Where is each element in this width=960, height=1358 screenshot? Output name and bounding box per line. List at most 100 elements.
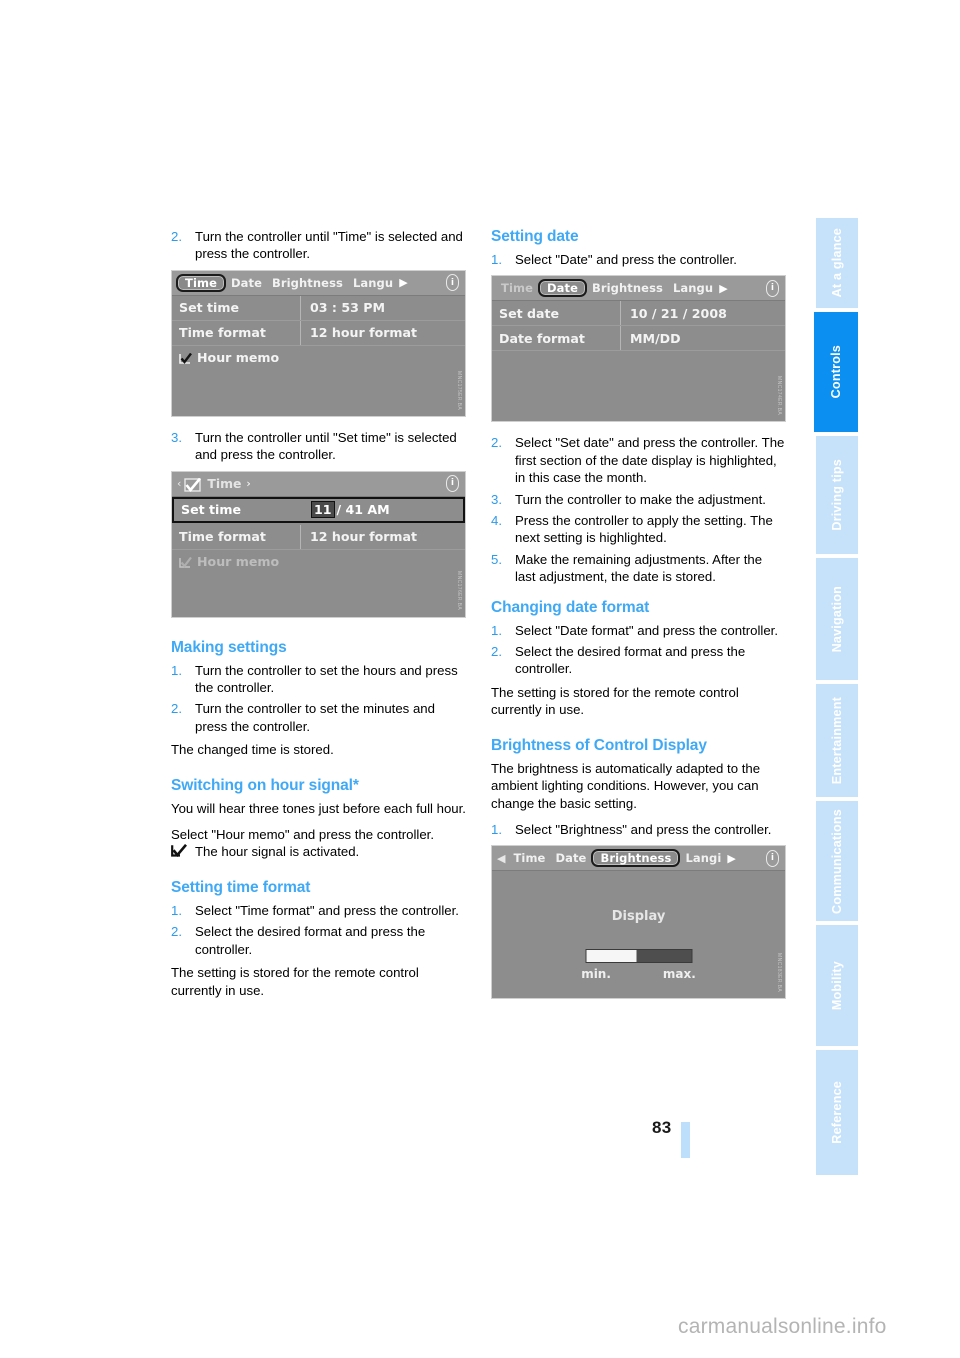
row-label-text: Hour memo	[197, 350, 280, 366]
sidebar-tab-navigation[interactable]: Navigation	[816, 558, 858, 680]
sidebar-tab-entertainment[interactable]: Entertainment	[816, 684, 858, 797]
step-select-brightness: 1. Select "Brightness" and press the con…	[491, 821, 786, 838]
step-text: Select "Date format" and press the contr…	[515, 622, 778, 638]
sidebar-tab-mobility[interactable]: Mobility	[816, 925, 858, 1046]
screenshot-code: MNC174ER.BA	[776, 376, 782, 416]
chevron-left-icon: ◀	[497, 851, 506, 865]
manual-page: 2. Turn the controller until "Time" is s…	[0, 0, 960, 1358]
display-label: Display	[611, 909, 666, 925]
step-number: 5.	[491, 551, 502, 567]
info-icon: i	[764, 849, 781, 867]
screen-tab-language: Langi	[685, 851, 722, 866]
screen-title: Time	[207, 476, 242, 492]
screen-row-set-time-selected: Set time 11 / 41 AM	[172, 496, 465, 523]
screen-row-time-format: Time format 12 hour format	[172, 524, 465, 550]
screen-tab-language: Langu	[352, 275, 394, 290]
idrive-screenshot-set-time: ‹ Time › i Set time 11 / 41 AM Time form	[171, 470, 466, 618]
step-number: 1.	[491, 821, 502, 837]
sidebar-tab-controls[interactable]: Controls	[814, 312, 858, 432]
sidebar-tab-driving-tips[interactable]: Driving tips	[816, 436, 858, 554]
page-marker-bar	[681, 1122, 690, 1158]
screenshot-tab-bar: Time Date Brightness Langu ▶ i	[172, 270, 465, 296]
step-turn-controller-adjust: 3. Turn the controller to make the adjus…	[491, 491, 786, 508]
step-number: 1.	[171, 662, 182, 678]
screen-tab-brightness: Brightness	[592, 281, 663, 296]
sidebar-tab-reference[interactable]: Reference	[816, 1050, 858, 1175]
step-select-desired-date-format: 2. Select the desired format and press t…	[491, 643, 786, 678]
step-number: 2.	[491, 435, 502, 451]
row-label-with-checkbox: Hour memo	[172, 554, 279, 569]
step-text: Select the desired format and press the …	[515, 644, 746, 677]
step-text: Select the desired format and press the …	[195, 924, 426, 957]
step-turn-controller-time: 2. Turn the controller until "Time" is s…	[171, 228, 466, 263]
step-number: 1.	[491, 252, 502, 267]
step-turn-controller-set-time: 3. Turn the controller until "Set time" …	[171, 429, 466, 464]
step-number: 2.	[171, 229, 182, 244]
screen-tab-language: Langu	[672, 281, 714, 296]
row-value: 10 / 21 / 2008	[620, 301, 785, 326]
step-number: 3.	[491, 491, 502, 507]
step-number: 1.	[491, 622, 502, 638]
idrive-screenshot-date: Time Date Brightness Langu ▶ i Set date …	[491, 275, 786, 423]
screen-tab-time: Time	[513, 851, 546, 866]
brightness-slider	[585, 949, 692, 964]
idrive-screenshot-time: Time Date Brightness Langu ▶ i Set time …	[171, 269, 466, 417]
page-number: 83	[652, 1118, 672, 1137]
slider-scale-labels: min. max.	[492, 967, 785, 981]
step-select-date: 1. Select "Date" and press the controlle…	[491, 251, 786, 268]
step-text: Select "Time format" and press the contr…	[195, 902, 459, 918]
screen-tab-brightness: Brightness	[272, 275, 343, 290]
sidebar-tab-label: Entertainment	[830, 696, 844, 785]
note-date-setting-stored: The setting is stored for the remote con…	[491, 684, 739, 718]
sidebar-tab-label: Navigation	[830, 585, 844, 653]
step-text: Select "Set date" and press the controll…	[515, 435, 785, 486]
screenshot-code: MNC175ER.BA	[456, 370, 462, 410]
screenshot-tab-bar: Time Date Brightness Langu ▶ i	[492, 276, 785, 302]
screen-row-hour-memo: Hour memo	[172, 550, 465, 574]
row-value: 12 hour format	[300, 320, 465, 345]
row-value: 11 / 41 AM	[302, 498, 463, 522]
paragraph-select-hour-memo: Select "Hour memo" and press the control…	[171, 827, 434, 843]
sidebar-tab-label: Driving tips	[830, 459, 844, 531]
chevron-left-icon: ‹	[177, 477, 182, 491]
screenshot-body: Set date 10 / 21 / 2008 Date format MM/D…	[492, 301, 785, 421]
sidebar-tab-label: Reference	[830, 1081, 844, 1144]
row-label: Set date	[499, 305, 560, 321]
screenshot-code: MNC183ER.BA	[776, 953, 782, 993]
step-remaining-adjustments: 5. Make the remaining adjustments. After…	[491, 551, 786, 586]
screen-tab-time: Time	[176, 273, 226, 292]
row-label: Time format	[179, 529, 266, 545]
paragraph-brightness-auto: The brightness is automatically adapted …	[491, 760, 761, 811]
step-number: 2.	[491, 644, 502, 660]
chapter-tab-sidebar[interactable]: At a glance Controls Driving tips Navigatio…	[814, 218, 858, 1179]
sidebar-tab-communications[interactable]: Communications	[816, 801, 858, 921]
screen-tab-time: Time	[501, 281, 533, 296]
row-value: 12 hour format	[300, 524, 465, 549]
heading-setting-time-format: Setting time format	[171, 878, 311, 896]
right-column: Setting date 1. Select "Date" and press …	[491, 228, 786, 1011]
brightness-slider-fill	[586, 950, 637, 963]
step-set-hours: 1. Turn the controller to set the hours …	[171, 662, 466, 697]
screenshot-code: MNC176ER.BA	[456, 571, 462, 611]
info-icon: i	[444, 475, 461, 493]
checkbox-checked-icon	[179, 352, 192, 365]
slider-min-label: min.	[581, 967, 611, 982]
row-label-text: Hour memo	[197, 554, 280, 570]
screen-tab-date: Date	[230, 275, 262, 290]
step-text: Make the remaining adjustments. After th…	[515, 551, 763, 585]
screen-tab-date: Date	[555, 851, 587, 866]
paragraph-hour-signal-tones: You will hear three tones just before ea…	[171, 800, 466, 816]
row-value: 03 : 53 PM	[300, 295, 465, 320]
step-text: Select "Date" and press the controller.	[515, 252, 737, 267]
step-text: Press the controller to apply the settin…	[515, 513, 773, 546]
step-select-set-date: 2. Select "Set date" and press the contr…	[491, 434, 786, 486]
row-value: MM/DD	[620, 326, 785, 351]
step-select-time-format: 1. Select "Time format" and press the co…	[171, 902, 466, 919]
info-icon: i	[444, 274, 461, 292]
chevron-right-icon: ›	[246, 477, 251, 491]
sidebar-tab-at-a-glance[interactable]: At a glance	[816, 218, 858, 308]
step-text: Turn the controller until "Set time" is …	[195, 429, 457, 463]
checkbox-checked-icon	[184, 477, 202, 492]
step-number: 4.	[491, 513, 502, 529]
sidebar-tab-label: Controls	[829, 345, 843, 399]
